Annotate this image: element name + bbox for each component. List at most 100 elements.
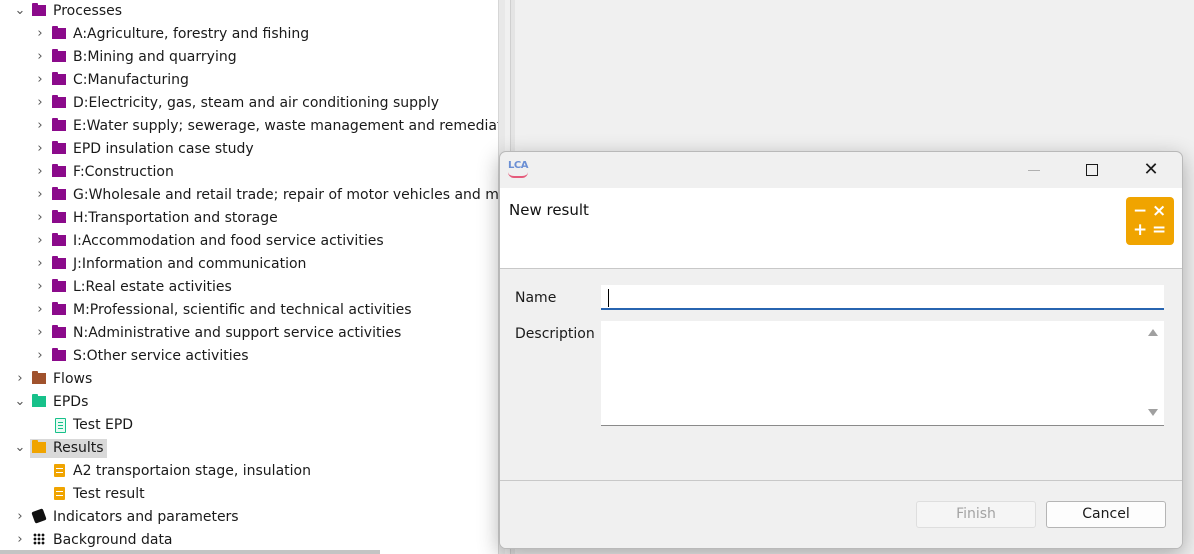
tree-item-category[interactable]: › E:Water supply; sewerage, waste manage… bbox=[0, 115, 498, 138]
tree-item-label: Indicators and parameters bbox=[53, 509, 239, 525]
chevron-right-icon[interactable]: › bbox=[34, 279, 46, 295]
chevron-right-icon[interactable]: › bbox=[34, 302, 46, 318]
folder-purple-icon bbox=[52, 49, 67, 64]
tree-item-background-data[interactable]: › Background data bbox=[0, 529, 498, 552]
tree-item-category[interactable]: › N:Administrative and support service a… bbox=[0, 322, 498, 345]
chevron-right-icon[interactable]: › bbox=[34, 164, 46, 180]
chevron-right-icon[interactable]: › bbox=[34, 118, 46, 134]
chevron-right-icon[interactable]: › bbox=[34, 187, 46, 203]
chevron-right-icon[interactable]: › bbox=[34, 348, 46, 364]
background-data-icon bbox=[32, 532, 47, 547]
description-input[interactable] bbox=[601, 321, 1164, 426]
finish-button[interactable]: Finish bbox=[916, 501, 1036, 528]
tree-item-label: B:Mining and quarrying bbox=[73, 49, 237, 65]
horizontal-scrollbar[interactable] bbox=[0, 550, 380, 554]
indicators-icon bbox=[31, 508, 47, 524]
folder-purple-icon bbox=[52, 210, 67, 225]
dialog-footer: Finish Cancel bbox=[500, 480, 1182, 548]
dialog-form: Name Description bbox=[500, 269, 1182, 481]
tree-item-label: F:Construction bbox=[73, 164, 174, 180]
folder-purple-icon bbox=[52, 187, 67, 202]
tree-item-label: D:Electricity, gas, steam and air condit… bbox=[73, 95, 440, 111]
tree-item-result[interactable]: Test result bbox=[0, 483, 498, 506]
result-icon bbox=[52, 463, 67, 478]
tree-item-label: Background data bbox=[53, 532, 173, 548]
folder-purple-icon bbox=[52, 26, 67, 41]
tree-item-label: A2 transportaion stage, insulation bbox=[73, 463, 311, 479]
tree-item-indicators[interactable]: › Indicators and parameters bbox=[0, 506, 498, 529]
tree-item-label: G:Wholesale and retail trade; repair of … bbox=[73, 187, 498, 203]
tree-item-label: N:Administrative and support service act… bbox=[73, 325, 402, 341]
chevron-right-icon[interactable]: › bbox=[34, 49, 46, 65]
name-label: Name bbox=[515, 290, 557, 306]
tree-item-label: M:Professional, scientific and technical… bbox=[73, 302, 412, 318]
folder-purple-icon bbox=[52, 348, 67, 363]
maximize-button[interactable] bbox=[1063, 152, 1121, 188]
tree-item-test-epd[interactable]: Test EPD bbox=[0, 414, 498, 437]
scroll-up-icon[interactable] bbox=[1148, 329, 1158, 336]
folder-purple-icon bbox=[52, 118, 67, 133]
tree-item-category[interactable]: › L:Real estate activities bbox=[0, 276, 498, 299]
tree-item-results[interactable]: ⌄ Results bbox=[0, 437, 498, 460]
tree-item-category[interactable]: › M:Professional, scientific and technic… bbox=[0, 299, 498, 322]
tree-item-result[interactable]: A2 transportaion stage, insulation bbox=[0, 460, 498, 483]
chevron-down-icon[interactable]: ⌄ bbox=[14, 3, 26, 19]
chevron-right-icon[interactable]: › bbox=[34, 95, 46, 111]
tree-item-category[interactable]: › J:Information and communication bbox=[0, 253, 498, 276]
folder-purple-icon bbox=[52, 302, 67, 317]
chevron-down-icon[interactable]: ⌄ bbox=[14, 440, 26, 456]
dialog-titlebar[interactable]: LCA ✕ bbox=[500, 152, 1182, 188]
close-button[interactable]: ✕ bbox=[1122, 152, 1180, 188]
chevron-right-icon[interactable]: › bbox=[34, 233, 46, 249]
tree-item-label: L:Real estate activities bbox=[73, 279, 232, 295]
tree-item-category[interactable]: › EPD insulation case study bbox=[0, 138, 498, 161]
folder-orange-icon bbox=[32, 440, 47, 455]
equals-glyph: = bbox=[1152, 220, 1167, 240]
tree-item-category[interactable]: › H:Transportation and storage bbox=[0, 207, 498, 230]
folder-purple-icon bbox=[52, 325, 67, 340]
tree-item-category[interactable]: › F:Construction bbox=[0, 161, 498, 184]
tree-item-category[interactable]: › G:Wholesale and retail trade; repair o… bbox=[0, 184, 498, 207]
tree-item-category[interactable]: › S:Other service activities bbox=[0, 345, 498, 368]
tree-item-label: Processes bbox=[53, 3, 123, 19]
epd-icon bbox=[52, 417, 67, 433]
tree-item-processes[interactable]: ⌄ Processes bbox=[0, 0, 498, 23]
tree-item-epds[interactable]: ⌄ EPDs bbox=[0, 391, 498, 414]
tree-item-label: Test EPD bbox=[73, 417, 134, 433]
folder-purple-icon bbox=[52, 95, 67, 110]
name-input[interactable] bbox=[601, 285, 1164, 310]
result-icon bbox=[52, 486, 67, 501]
navigation-tree: ⌄ Processes › A:Agriculture, forestry an… bbox=[0, 0, 498, 554]
text-caret bbox=[608, 289, 609, 307]
chevron-right-icon[interactable]: › bbox=[14, 532, 26, 548]
chevron-right-icon[interactable]: › bbox=[34, 325, 46, 341]
chevron-right-icon[interactable]: › bbox=[14, 509, 26, 525]
chevron-right-icon[interactable]: › bbox=[34, 141, 46, 157]
tree-item-label: S:Other service activities bbox=[73, 348, 249, 364]
folder-purple-icon bbox=[32, 3, 47, 18]
tree-item-category[interactable]: › B:Mining and quarrying bbox=[0, 46, 498, 69]
minimize-button[interactable] bbox=[1005, 152, 1063, 188]
chevron-right-icon[interactable]: › bbox=[34, 72, 46, 88]
tree-item-label: EPDs bbox=[53, 394, 89, 410]
folder-brown-icon bbox=[32, 371, 47, 386]
tree-item-category[interactable]: › D:Electricity, gas, steam and air cond… bbox=[0, 92, 498, 115]
chevron-right-icon[interactable]: › bbox=[34, 256, 46, 272]
tree-item-category[interactable]: › C:Manufacturing bbox=[0, 69, 498, 92]
description-scrollbar[interactable] bbox=[1143, 321, 1164, 425]
chevron-right-icon[interactable]: › bbox=[34, 26, 46, 42]
chevron-right-icon[interactable]: › bbox=[34, 210, 46, 226]
scroll-down-icon[interactable] bbox=[1148, 409, 1158, 416]
new-result-dialog: LCA ✕ New result − × + = Name Descriptio… bbox=[499, 151, 1183, 549]
tree-item-label: EPD insulation case study bbox=[73, 141, 254, 157]
chevron-down-icon[interactable]: ⌄ bbox=[14, 394, 26, 410]
chevron-right-icon[interactable]: › bbox=[14, 371, 26, 387]
tree-item-category[interactable]: › A:Agriculture, forestry and fishing bbox=[0, 23, 498, 46]
tree-item-label: Flows bbox=[53, 371, 93, 387]
minus-glyph: − bbox=[1133, 201, 1148, 221]
folder-purple-icon bbox=[52, 256, 67, 271]
tree-item-category[interactable]: › I:Accommodation and food service activ… bbox=[0, 230, 498, 253]
tree-item-flows[interactable]: › Flows bbox=[0, 368, 498, 391]
cancel-button[interactable]: Cancel bbox=[1046, 501, 1166, 528]
times-glyph: × bbox=[1152, 201, 1167, 221]
